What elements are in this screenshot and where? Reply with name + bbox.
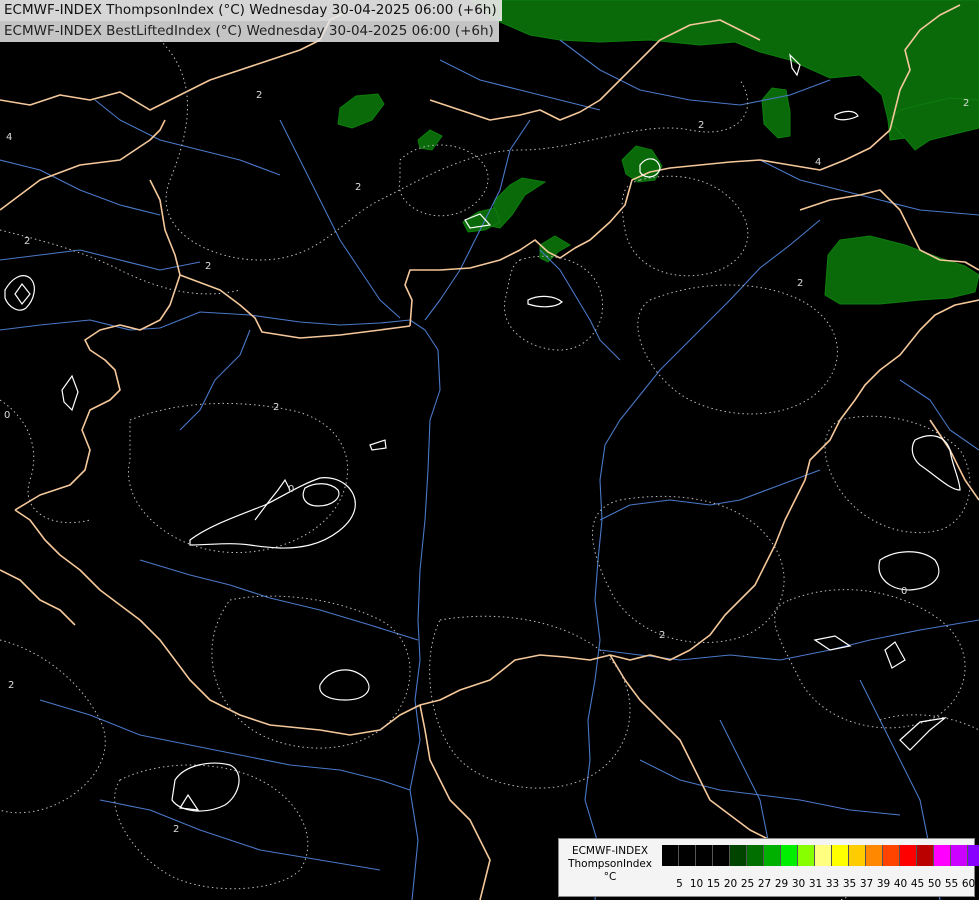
label-0-west: 0 bbox=[4, 410, 10, 421]
legend-swatches bbox=[662, 845, 979, 866]
legend-tick-label: 33 bbox=[825, 878, 840, 890]
legend-tick-label: 29 bbox=[774, 878, 789, 890]
legend-swatch bbox=[662, 845, 679, 866]
legend-swatch bbox=[815, 845, 832, 866]
legend-swatch bbox=[832, 845, 849, 866]
label-2-center: 2 bbox=[273, 402, 279, 413]
label-0-romania: 0 bbox=[901, 586, 907, 597]
label-2-southwest: 2 bbox=[8, 680, 14, 691]
legend-tick-label: 37 bbox=[859, 878, 874, 890]
legend-swatch bbox=[764, 845, 781, 866]
legend-tick-label: 10 bbox=[689, 878, 704, 890]
label-2-croatia: 2 bbox=[173, 824, 179, 835]
legend-tick-label: 27 bbox=[757, 878, 772, 890]
label-2-west: 2 bbox=[24, 236, 30, 247]
legend-tick-label: 35 bbox=[842, 878, 857, 890]
legend-variable-name: ThompsonIndex bbox=[568, 858, 652, 870]
label-2-southeast: 2 bbox=[659, 630, 665, 641]
label-2-northwest: 2 bbox=[355, 182, 361, 193]
legend-unit: °C bbox=[603, 871, 617, 883]
legend-swatch bbox=[968, 845, 979, 866]
legend-tick-label: 31 bbox=[808, 878, 823, 890]
legend-swatch bbox=[883, 845, 900, 866]
legend-ticks: 5 10 15 20 25 27 29 30 31 33 35 37 39 40 45 50 55 60 bbox=[671, 877, 977, 891]
map-title-thompson: ECMWF-INDEX ThompsonIndex (°C) Wednesday… bbox=[0, 0, 502, 21]
legend-tick-label: 15 bbox=[706, 878, 721, 890]
legend-tick-label: 30 bbox=[791, 878, 806, 890]
legend-swatch bbox=[866, 845, 883, 866]
legend-tick-label: 50 bbox=[927, 878, 942, 890]
legend-tick-label: 39 bbox=[876, 878, 891, 890]
legend-swatch bbox=[934, 845, 951, 866]
weather-map: 2 2 4 2 2 2 0 0 2 2 0 2 2 4 2 2 bbox=[0, 0, 979, 900]
label-2-east: 2 bbox=[797, 278, 803, 289]
legend-tick-label: 40 bbox=[893, 878, 908, 890]
label-2-poland: 2 bbox=[698, 120, 704, 131]
legend-labels: ECMWF-INDEX ThompsonIndex °C bbox=[561, 845, 659, 884]
label-0-transdanubia: 0 bbox=[288, 484, 294, 495]
legend-swatch bbox=[917, 845, 934, 866]
map-background bbox=[0, 0, 979, 900]
label-2-north: 2 bbox=[256, 90, 262, 101]
color-legend: ECMWF-INDEX ThompsonIndex °C 5 10 15 20 25 27… bbox=[558, 838, 979, 897]
legend-swatch bbox=[713, 845, 730, 866]
legend-tick-label: 55 bbox=[944, 878, 959, 890]
legend-swatch bbox=[781, 845, 798, 866]
legend-swatch bbox=[679, 845, 696, 866]
legend-swatch bbox=[900, 845, 917, 866]
legend-swatch bbox=[849, 845, 866, 866]
legend-model-name: ECMWF-INDEX bbox=[571, 845, 649, 857]
legend-swatch bbox=[798, 845, 815, 866]
legend-tick-label: 5 bbox=[676, 878, 683, 890]
map-title-bestlifted: ECMWF-INDEX BestLiftedIndex (°C) Wednesd… bbox=[0, 21, 499, 42]
legend-tick-label: 20 bbox=[723, 878, 738, 890]
legend-tick-label: 25 bbox=[740, 878, 755, 890]
legend-swatch bbox=[951, 845, 968, 866]
legend-tick-label: 45 bbox=[910, 878, 925, 890]
legend-swatch bbox=[730, 845, 747, 866]
legend-swatch bbox=[696, 845, 713, 866]
legend-tick-label: 60 bbox=[961, 878, 976, 890]
legend-swatch bbox=[747, 845, 764, 866]
label-4-west: 4 bbox=[6, 132, 12, 143]
label-2-slovakia: 2 bbox=[205, 261, 211, 272]
label-4-ukraine: 4 bbox=[815, 157, 821, 168]
label-2-far-east: 2 bbox=[963, 98, 969, 109]
